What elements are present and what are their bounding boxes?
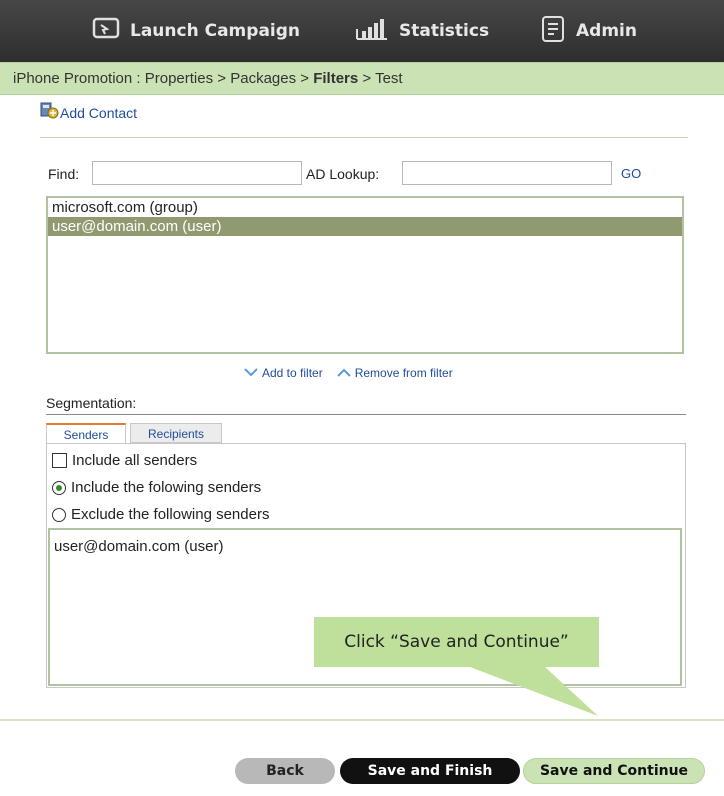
callout-pointer — [470, 667, 598, 716]
callout-text: Click “Save and Continue” — [344, 632, 569, 652]
divider — [0, 719, 724, 721]
callout-tooltip: Click “Save and Continue” — [314, 617, 599, 667]
back-button[interactable]: Back — [235, 758, 335, 784]
save-and-finish-button[interactable]: Save and Finish — [340, 758, 520, 784]
save-and-continue-button[interactable]: Save and Continue — [523, 758, 705, 784]
